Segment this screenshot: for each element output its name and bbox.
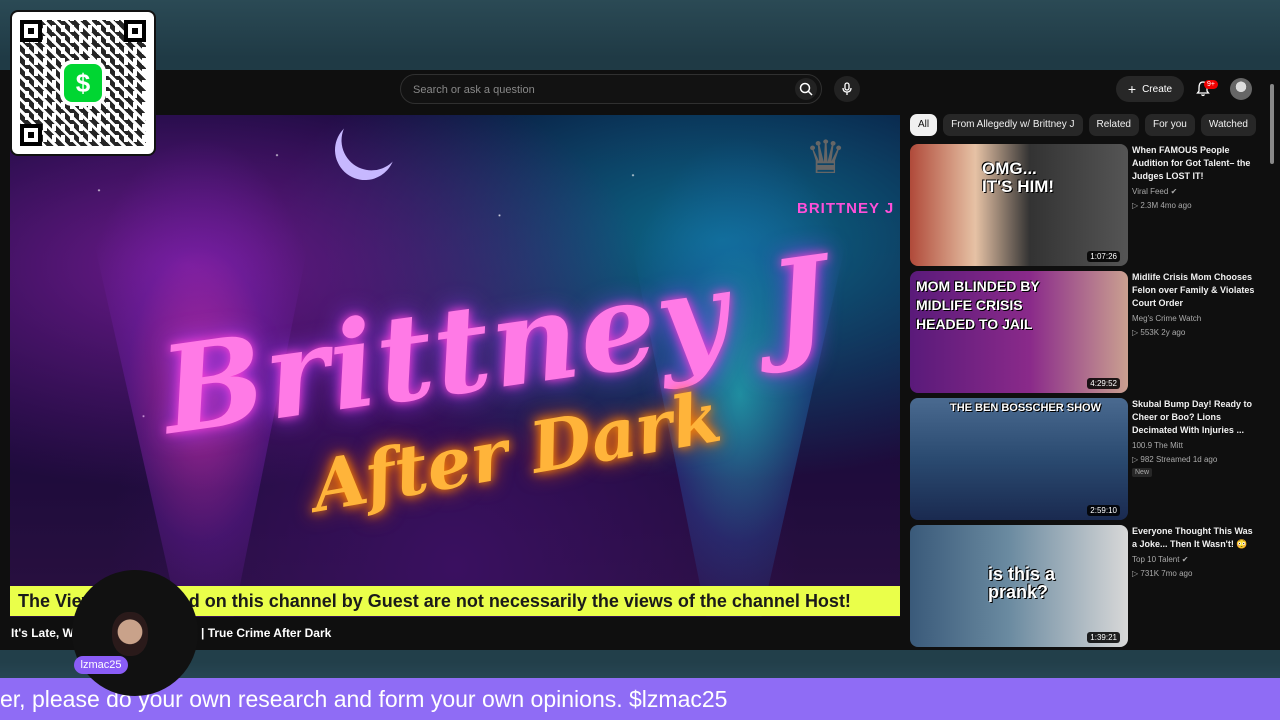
chip-from-channel[interactable]: From Allegedly w/ Brittney J [943, 114, 1083, 136]
streamer-face [112, 612, 148, 656]
thumbnail-text: is this a prank? [988, 564, 1056, 602]
chip-related[interactable]: Related [1088, 114, 1139, 136]
search-input[interactable] [411, 80, 785, 100]
verified-icon: ✔ [1170, 187, 1178, 196]
search-icon [799, 82, 813, 96]
channel-name[interactable]: Viral Feed ✔ [1132, 187, 1177, 196]
thumbnail-text: MOM BLINDED BY MIDLIFE CRISIS HEADED TO … [916, 278, 1040, 332]
create-label: Create [1142, 83, 1173, 95]
create-button[interactable]: + Create [1116, 76, 1184, 102]
recommendation-title[interactable]: Skubal Bump Day! Ready to Cheer or Boo? … [1132, 398, 1258, 437]
video-stats: ▷ 982 Streamed 1d ago [1132, 455, 1218, 464]
video-player[interactable]: Brittney J After Dark ♛ BRITTNEY J [10, 115, 900, 617]
video-stats: ▷ 731K 7mo ago [1132, 569, 1193, 578]
qr-finder-bottom-left [20, 124, 42, 146]
verified-icon: ✔ [1181, 555, 1189, 564]
channel-name[interactable]: Meg's Crime Watch [1132, 314, 1201, 323]
thumbnail-text: OMG... IT'S HIM! [982, 159, 1055, 196]
video-thumbnail[interactable]: THE BEN BOSSCHER SHOW 2:59:10 [910, 398, 1128, 520]
microphone-icon [842, 82, 852, 95]
scrolling-ticker: er, please do your own research and form… [0, 678, 1280, 720]
video-stats: ▷ 553K 2y ago [1132, 328, 1186, 337]
filter-chips: All From Allegedly w/ Brittney J Related… [910, 114, 1256, 136]
thumbnail-text: THE BEN BOSSCHER SHOW [950, 402, 1101, 414]
video-duration: 1:39:21 [1087, 632, 1120, 643]
chip-all[interactable]: All [910, 114, 938, 136]
search-box[interactable] [400, 74, 822, 104]
channel-logo: ♛ BRITTNEY J [795, 125, 893, 217]
video-duration: 1:07:26 [1087, 251, 1120, 262]
scrollbar-thumb[interactable] [1270, 84, 1274, 164]
video-thumbnail[interactable]: is this a prank? 1:39:21 [910, 525, 1128, 647]
cashapp-icon: $ [64, 64, 102, 102]
notification-badge: 9+ [1204, 80, 1218, 89]
channel-name[interactable]: Top 10 Talent ✔ [1132, 555, 1188, 564]
cashapp-qr-code: $ [12, 12, 154, 154]
video-thumbnail[interactable]: OMG... IT'S HIM! 1:07:26 [910, 144, 1128, 266]
streamer-name-tag: lzmac25 [74, 656, 128, 674]
video-thumbnail[interactable]: MOM BLINDED BY MIDLIFE CRISIS HEADED TO … [910, 271, 1128, 393]
channel-name[interactable]: 100.9 The Mitt [1132, 441, 1183, 450]
recommendation-item[interactable]: is this a prank? 1:39:21 Everyone Though… [910, 525, 1260, 647]
channel-logo-text: BRITTNEY J [797, 200, 895, 217]
page-scrollbar[interactable] [1268, 74, 1276, 648]
channel-name-text: Top 10 Talent [1132, 555, 1180, 564]
qr-finder-top-left [20, 20, 42, 42]
plus-icon: + [1127, 81, 1137, 97]
video-stats: ▷ 2.3M 4mo ago [1132, 201, 1192, 210]
channel-name-text: Viral Feed [1132, 187, 1169, 196]
recommendation-item[interactable]: MOM BLINDED BY MIDLIFE CRISIS HEADED TO … [910, 271, 1260, 393]
video-duration: 2:59:10 [1087, 505, 1120, 516]
webcam-overlay [72, 570, 198, 696]
qr-finder-top-right [124, 20, 146, 42]
recommendation-title[interactable]: Everyone Thought This Was a Joke... Then… [1132, 525, 1258, 551]
crown-icon: ♛ [805, 131, 847, 183]
search-button[interactable] [795, 78, 817, 100]
chip-for-you[interactable]: For you [1144, 114, 1195, 136]
new-badge: New [1132, 468, 1153, 477]
account-avatar[interactable] [1230, 78, 1252, 100]
recommendation-title[interactable]: Midlife Crisis Mom Chooses Felon over Fa… [1132, 271, 1258, 310]
recommendation-item[interactable]: OMG... IT'S HIM! 1:07:26 When FAMOUS Peo… [910, 144, 1260, 266]
voice-search-button[interactable] [834, 76, 860, 102]
recommendation-title[interactable]: When FAMOUS People Audition for Got Tale… [1132, 144, 1258, 183]
video-duration: 4:29:52 [1087, 378, 1120, 389]
recommendation-item[interactable]: THE BEN BOSSCHER SHOW 2:59:10 Skubal Bum… [910, 398, 1260, 520]
chip-watched[interactable]: Watched [1200, 114, 1256, 136]
